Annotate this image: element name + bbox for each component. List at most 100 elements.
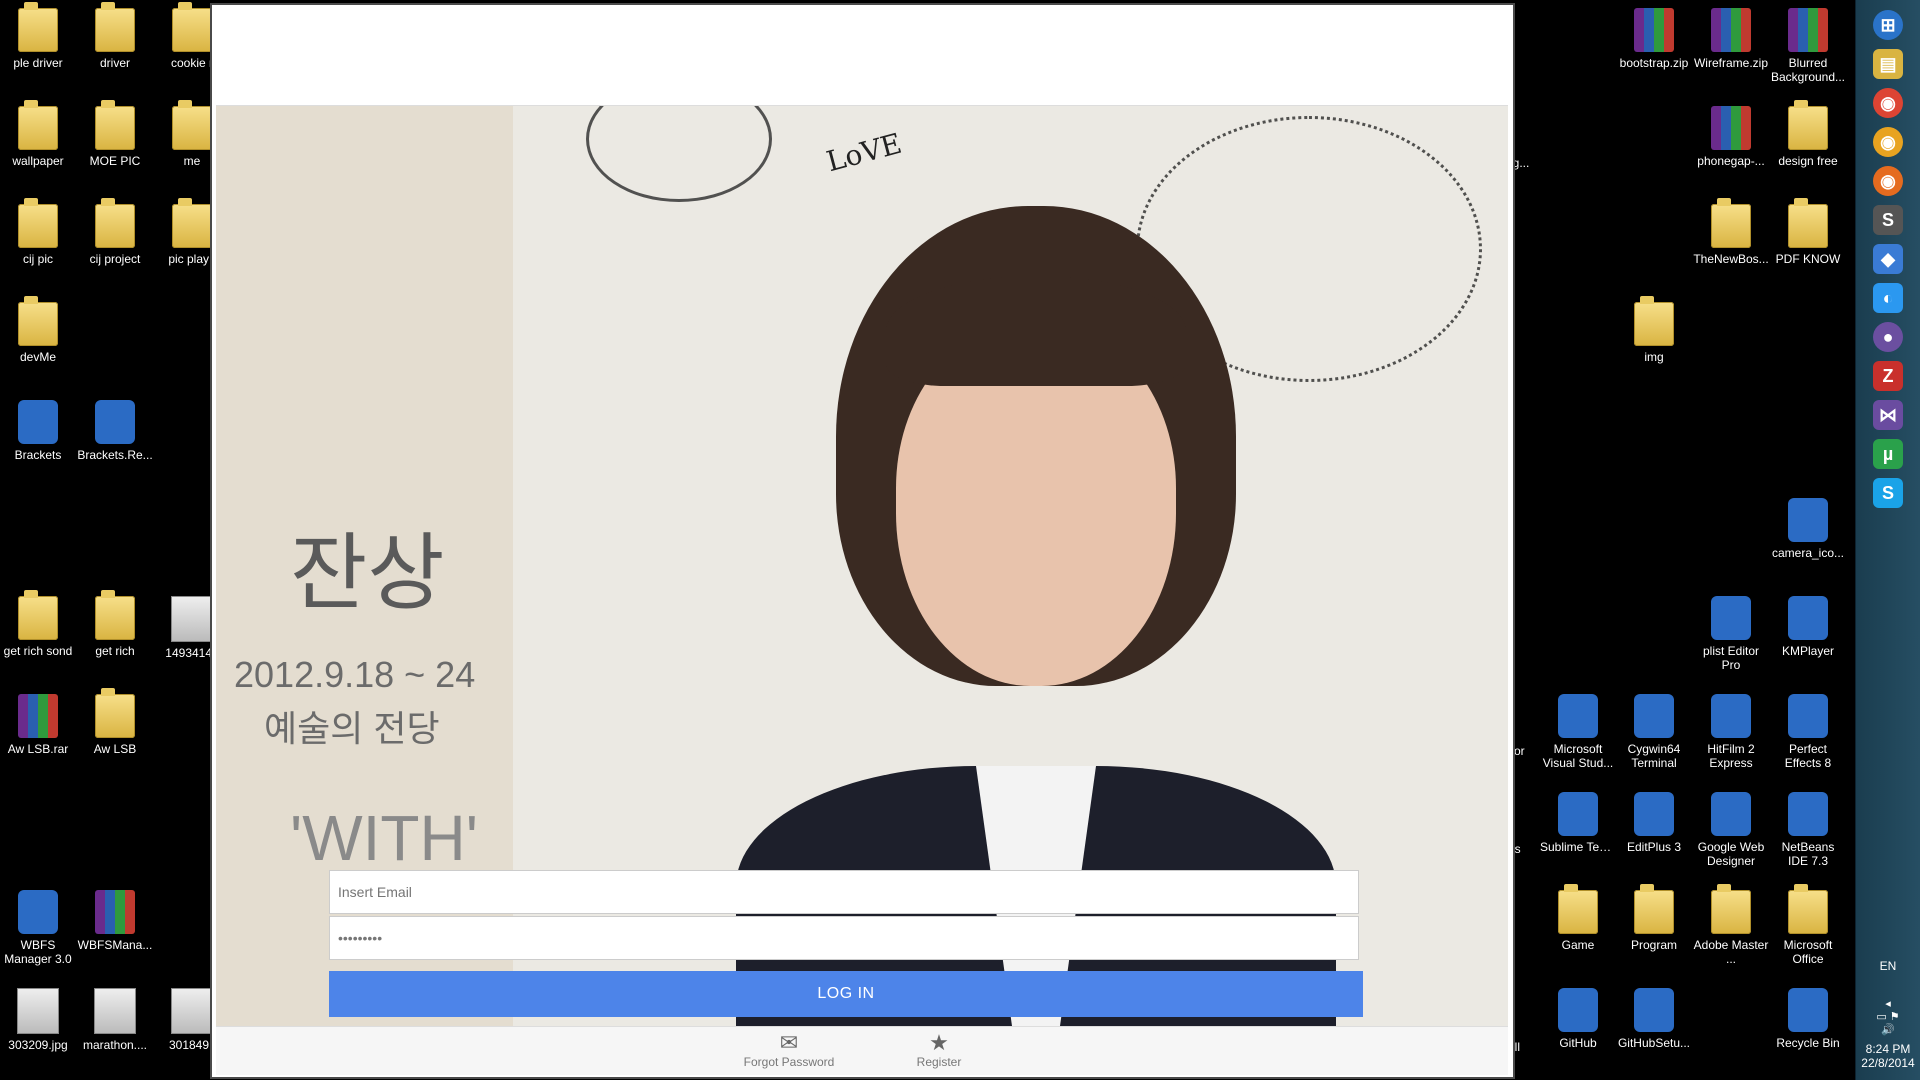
- forgot-password-label: Forgot Password: [743, 1055, 835, 1069]
- desktop-icon[interactable]: WBFS Manager 3.0: [0, 890, 76, 966]
- desktop-icon[interactable]: Google Web Designer: [1693, 792, 1769, 868]
- desktop-icon[interactable]: get rich: [77, 590, 153, 658]
- desktop-icon-label: Sublime Text 2: [1540, 840, 1616, 854]
- app-icon: [1634, 988, 1674, 1032]
- desktop-icon[interactable]: Game: [1540, 884, 1616, 952]
- chrome-canary-icon[interactable]: ◉: [1864, 121, 1912, 163]
- rar-icon: [1788, 8, 1828, 52]
- desktop-icon[interactable]: WBFSMana...: [77, 890, 153, 952]
- chrome-canary-icon-glyph: ◉: [1873, 127, 1903, 157]
- desktop-icon[interactable]: Perfect Effects 8: [1770, 694, 1846, 770]
- system-tray: EN ◂ ▭ ⚑ 🔊 8:24 PM 22/8/2014: [1856, 959, 1920, 1080]
- desktop-icon-label: plist Editor Pro: [1702, 644, 1760, 672]
- app-icon: [1558, 792, 1598, 836]
- desktop-icon[interactable]: MOE PIC: [77, 100, 153, 168]
- top-header-bar: [216, 5, 1508, 106]
- desktop-icon[interactable]: GitHub: [1540, 988, 1616, 1050]
- desktop-icon-label: Brackets: [14, 448, 62, 462]
- utorrent-icon[interactable]: µ: [1864, 433, 1912, 475]
- app-icon: [1711, 694, 1751, 738]
- line-art-decoration: [586, 106, 772, 202]
- folder-icon: [95, 688, 135, 738]
- desktop-icon-label: design free: [1778, 154, 1838, 168]
- desktop-icon[interactable]: EditPlus 3: [1616, 792, 1692, 854]
- desktop-icon[interactable]: ple driver: [0, 2, 76, 70]
- desktop-icon[interactable]: plist Editor Pro: [1693, 596, 1769, 672]
- file-explorer-icon[interactable]: ▤: [1864, 43, 1912, 85]
- desktop-icon[interactable]: NetBeans IDE 7.3: [1770, 792, 1846, 868]
- sublime-text-icon[interactable]: S: [1864, 199, 1912, 241]
- language-indicator[interactable]: EN: [1856, 959, 1920, 973]
- desktop-icon[interactable]: KMPlayer: [1770, 596, 1846, 658]
- rar-icon: [95, 890, 135, 934]
- password-input[interactable]: [329, 916, 1359, 960]
- desktop-icon[interactable]: TheNewBos...: [1693, 198, 1769, 266]
- desktop-icon[interactable]: Aw LSB.rar: [0, 694, 76, 756]
- visual-studio-icon[interactable]: ⋈: [1864, 394, 1912, 436]
- desktop-icon-label: EditPlus 3: [1626, 840, 1682, 854]
- skype-icon[interactable]: S: [1864, 472, 1912, 514]
- desktop-icon[interactable]: get rich sond: [0, 590, 76, 658]
- clock-date[interactable]: 22/8/2014: [1856, 1056, 1920, 1070]
- desktop-icon[interactable]: img: [1616, 296, 1692, 364]
- desktop-icon-label: Microsoft Office: [1783, 938, 1833, 966]
- desktop-icon[interactable]: Sublime Text 2: [1540, 792, 1616, 854]
- desktop-icon[interactable]: PDF KNOW: [1770, 198, 1846, 266]
- desktop-icon[interactable]: cij project: [77, 198, 153, 266]
- start-orb-icon[interactable]: ⊞: [1864, 4, 1912, 46]
- desktop-icon[interactable]: 303209.jpg: [0, 988, 76, 1052]
- login-button[interactable]: LOG IN: [329, 971, 1363, 1017]
- desktop-icon[interactable]: HitFilm 2 Express: [1693, 694, 1769, 770]
- desktop-icon[interactable]: cij pic: [0, 198, 76, 266]
- desktop-icon[interactable]: design free: [1770, 100, 1846, 168]
- desktop-icon[interactable]: devMe: [0, 296, 76, 364]
- folder-icon: [18, 296, 58, 346]
- desktop-icon[interactable]: Microsoft Office: [1770, 884, 1846, 966]
- desktop-icon[interactable]: driver: [77, 2, 153, 70]
- app-icon: [18, 890, 58, 934]
- desktop-icon[interactable]: GitHubSetu...: [1616, 988, 1692, 1050]
- desktop-icon[interactable]: Blurred Background...: [1770, 8, 1846, 84]
- desktop-icon-label: phonegap-...: [1697, 154, 1765, 168]
- filezilla-icon-glyph: Z: [1873, 361, 1903, 391]
- desktop-icon[interactable]: Brackets: [0, 400, 76, 462]
- desktop-icon[interactable]: Cygwin64 Terminal: [1616, 694, 1692, 770]
- desktop-icon-label: GitHubSetu...: [1617, 1036, 1691, 1050]
- chrome-icon[interactable]: ◉: [1864, 82, 1912, 124]
- folder-icon: [95, 590, 135, 640]
- firefox-icon[interactable]: ◉: [1864, 160, 1912, 202]
- visual-studio-icon-glyph: ⋈: [1873, 400, 1903, 430]
- clock-time[interactable]: 8:24 PM: [1856, 1042, 1920, 1056]
- desktop-icon-label: cij project: [89, 252, 141, 266]
- desktop-icon[interactable]: bootstrap.zip: [1616, 8, 1692, 70]
- desktop-icon[interactable]: Adobe Master ...: [1693, 884, 1769, 966]
- love-doodle: LoVE: [823, 126, 906, 179]
- github-icon[interactable]: ●: [1864, 316, 1912, 358]
- virtualbox-icon[interactable]: ◆: [1864, 238, 1912, 280]
- desktop-icon[interactable]: marathon....: [77, 988, 153, 1052]
- desktop-icon[interactable]: Recycle Bin: [1770, 988, 1846, 1050]
- folder-icon: [1634, 884, 1674, 934]
- github-icon-glyph: ●: [1873, 322, 1903, 352]
- desktop-icon-label: marathon....: [82, 1038, 148, 1052]
- desktop-icon[interactable]: Microsoft Visual Stud...: [1540, 694, 1616, 770]
- app-icon: [1788, 498, 1828, 542]
- desktop-icon[interactable]: Wireframe.zip: [1693, 8, 1769, 70]
- tray-icons[interactable]: ◂ ▭ ⚑ 🔊: [1856, 997, 1920, 1036]
- rar-icon: [18, 694, 58, 738]
- folder-icon: [1788, 100, 1828, 150]
- desktop-icon[interactable]: wallpaper: [0, 100, 76, 168]
- desktop-icon[interactable]: phonegap-...: [1693, 106, 1769, 168]
- app-icon: [1711, 596, 1751, 640]
- desktop-icon-label: Microsoft Visual Stud...: [1542, 742, 1614, 770]
- app-icon: [1788, 792, 1828, 836]
- desktop-icon[interactable]: camera_ico...: [1770, 498, 1846, 560]
- desktop-icon[interactable]: Program: [1616, 884, 1692, 952]
- desktop-icon[interactable]: Aw LSB: [77, 688, 153, 756]
- register-link[interactable]: ★ Register: [884, 1031, 994, 1070]
- desktop-icon[interactable]: Brackets.Re...: [77, 400, 153, 462]
- forgot-password-link[interactable]: ✉ Forgot Password: [734, 1031, 844, 1070]
- email-input[interactable]: [329, 870, 1359, 914]
- filezilla-icon[interactable]: Z: [1864, 355, 1912, 397]
- google-web-designer-icon[interactable]: ◐: [1864, 277, 1912, 319]
